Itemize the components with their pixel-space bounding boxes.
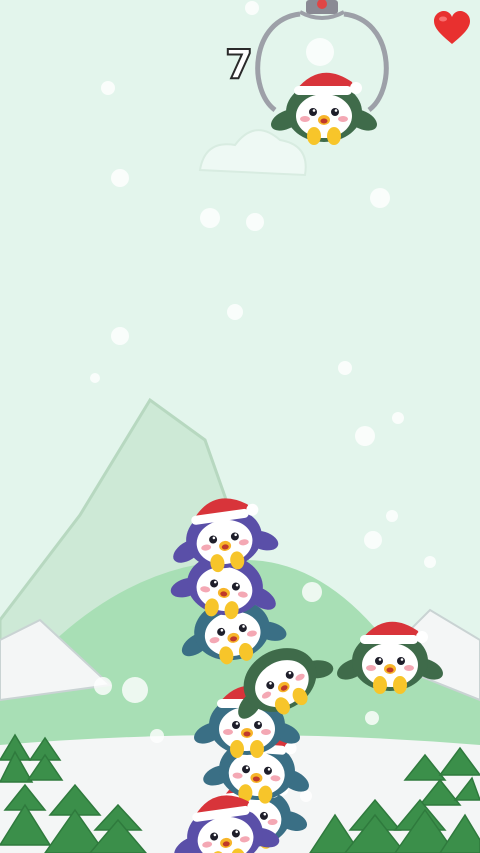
cloud: [198, 129, 307, 177]
score-counter: 7: [224, 41, 254, 89]
heart-icon[interactable]: [432, 10, 472, 46]
game-scene[interactable]: [0, 0, 480, 853]
penguin-held: [267, 72, 381, 145]
